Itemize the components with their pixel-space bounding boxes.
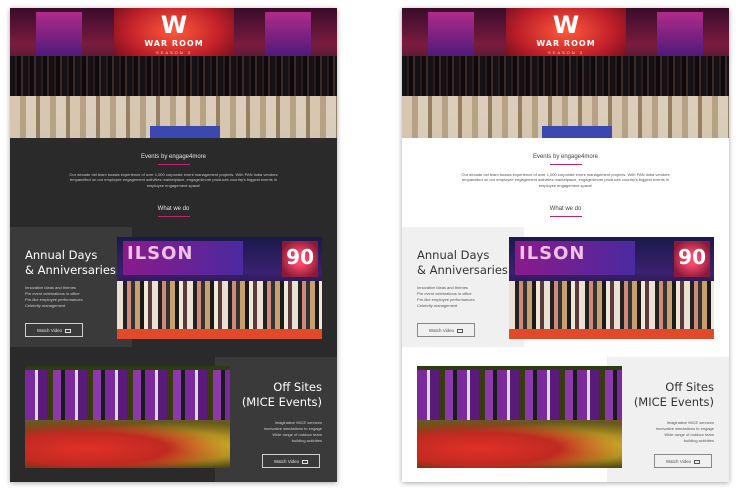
war-room-season-text: SEASON 3: [155, 50, 192, 55]
annual-days-title-line2: & Anniversaries: [417, 262, 508, 277]
list-item: building activities: [291, 438, 322, 443]
stage-screen-right: [657, 12, 703, 58]
off-sites-photo: [25, 366, 230, 468]
team-activity-people: [417, 370, 622, 420]
photo-side-screen-number: 90: [678, 245, 706, 269]
list-item: Celebrity management: [417, 303, 458, 308]
dark-theme-mockup: W WAR ROOM SEASON 3 Events by engage4mor…: [10, 8, 337, 482]
what-we-do-heading: What we do: [157, 206, 190, 212]
team-activity-people: [25, 370, 230, 420]
intro-title-underline: [550, 164, 582, 165]
play-video-icon: [457, 328, 464, 333]
photo-banner-text: ILSON: [519, 243, 586, 264]
watch-video-label: Watch Video: [36, 328, 63, 333]
intro-title: Events by engage4more: [140, 154, 207, 160]
podium-screen: [150, 126, 220, 138]
off-sites-title-line1: Off Sites: [665, 380, 714, 394]
annual-days-title: Annual Days & Anniversaries: [417, 248, 508, 277]
war-room-logo: W: [552, 11, 580, 39]
off-sites-title-line2: (MICE Events): [241, 394, 322, 409]
annual-watch-video-button[interactable]: Watch Video: [25, 323, 83, 337]
stage-screen-right: [265, 12, 311, 58]
watch-video-label: Watch Video: [273, 459, 300, 464]
off-sites-watch-video-button[interactable]: Watch Video: [262, 454, 320, 468]
watch-video-label: Watch Video: [428, 328, 455, 333]
annual-days-title-line1: Annual Days: [25, 248, 98, 262]
annual-days-list: Innovative ideas and themes Pre event ce…: [417, 285, 475, 309]
off-sites-title: Off Sites (MICE Events): [634, 380, 714, 409]
off-sites-title-line2: (MICE Events): [633, 394, 714, 409]
off-sites-title-line1: Off Sites: [273, 380, 322, 394]
what-we-do-heading: What we do: [549, 206, 582, 212]
crowd-on-stage: [402, 56, 729, 96]
what-we-do-underline: [158, 216, 190, 217]
intro-description: Our decade old team boasts experience of…: [461, 172, 670, 188]
annual-days-title-line1: Annual Days: [417, 248, 490, 262]
what-we-do-underline: [550, 216, 582, 217]
play-video-icon: [302, 459, 309, 464]
intro-description: Our decade old team boasts experience of…: [69, 172, 278, 188]
list-item: Celebrity management: [25, 303, 66, 308]
podium-screen: [542, 126, 612, 138]
war-room-logo-text: WAR ROOM: [536, 39, 596, 48]
annual-days-title: Annual Days & Anniversaries: [25, 248, 116, 277]
hero-event-photo: W WAR ROOM SEASON 3: [10, 8, 337, 138]
off-sites-photo: [417, 366, 622, 468]
war-room-logo-text: WAR ROOM: [144, 39, 204, 48]
annual-days-photo: ILSON 90: [509, 237, 714, 339]
play-video-icon: [65, 328, 72, 333]
watch-video-label: Watch Video: [665, 459, 692, 464]
annual-watch-video-button[interactable]: Watch Video: [417, 323, 475, 337]
photo-banner-text: ILSON: [127, 243, 194, 264]
stage-floor: [117, 329, 322, 339]
war-room-season-text: SEASON 3: [547, 50, 584, 55]
colored-powder-ground: [25, 420, 230, 468]
stage-screen-left: [36, 12, 82, 58]
light-theme-mockup: W WAR ROOM SEASON 3 Events by engage4mor…: [402, 8, 729, 482]
off-sites-title: Off Sites (MICE Events): [242, 380, 322, 409]
stage-floor: [509, 329, 714, 339]
stage-screen-left: [428, 12, 474, 58]
annual-days-title-line2: & Anniversaries: [25, 262, 116, 277]
list-item: building activities: [683, 438, 714, 443]
crowd-on-stage: [10, 56, 337, 96]
photo-side-screen-number: 90: [286, 245, 314, 269]
hero-event-photo: W WAR ROOM SEASON 3: [402, 8, 729, 138]
play-video-icon: [694, 459, 701, 464]
colored-powder-ground: [417, 420, 622, 468]
war-room-logo: W: [160, 11, 188, 39]
intro-title-underline: [158, 164, 190, 165]
off-sites-list: Imaginative MICE services Innovative sim…: [264, 420, 322, 444]
off-sites-list: Imaginative MICE services Innovative sim…: [656, 420, 714, 444]
intro-title: Events by engage4more: [532, 154, 599, 160]
off-sites-watch-video-button[interactable]: Watch Video: [654, 454, 712, 468]
annual-days-list: Innovative ideas and themes Pre event ce…: [25, 285, 83, 309]
annual-days-photo: ILSON 90: [117, 237, 322, 339]
